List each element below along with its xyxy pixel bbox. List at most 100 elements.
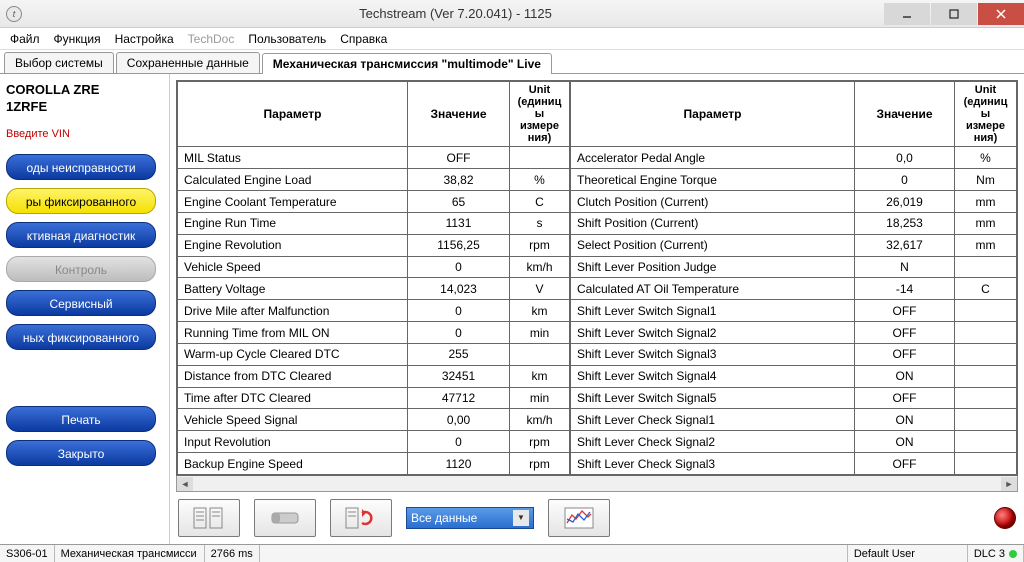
table-row[interactable]: Calculated AT Oil Temperature-14C [571,278,1017,300]
table-row[interactable]: Shift Lever Switch Signal4ON [571,365,1017,387]
table-row[interactable]: Drive Mile after Malfunction0km [178,300,570,322]
table-row[interactable]: Warm-up Cycle Cleared DTC255 [178,343,570,365]
active-diag-button[interactable]: ктивная диагностик [6,222,156,248]
param-name: Shift Lever Check Signal2 [571,431,855,453]
param-unit: Nm [955,169,1017,191]
params-table-left: Параметр Значение Unit (единиц ы измере … [177,81,570,475]
minimize-button[interactable] [884,3,930,25]
table-row[interactable]: Shift Lever Switch Signal5OFF [571,387,1017,409]
table-row[interactable]: Backup Engine Speed1120rpm [178,453,570,475]
print-button[interactable]: Печать [6,406,156,432]
table-row[interactable]: Shift Lever Check Signal1ON [571,409,1017,431]
param-value: 26,019 [855,191,955,213]
menu-setup[interactable]: Настройка [115,32,174,46]
vehicle-model: COROLLA ZRE [6,82,163,97]
param-name: Warm-up Cycle Cleared DTC [178,343,408,365]
param-name: Distance from DTC Cleared [178,365,408,387]
param-value: 0,0 [855,147,955,169]
param-value: 0 [408,300,510,322]
list-view2-button[interactable] [254,499,316,537]
vin-label[interactable]: Введите VIN [6,128,163,140]
tab-saved-data[interactable]: Сохраненные данные [116,52,260,73]
param-unit [955,300,1017,322]
table-row[interactable]: Engine Run Time1131s [178,212,570,234]
table-row[interactable]: Time after DTC Cleared47712min [178,387,570,409]
menu-file[interactable]: Файл [10,32,40,46]
table-row[interactable]: Input Revolution0rpm [178,431,570,453]
param-unit: C [955,278,1017,300]
table-row[interactable]: Shift Position (Current)18,253mm [571,212,1017,234]
close-panel-button[interactable]: Закрыто [6,440,156,466]
table-row[interactable]: Shift Lever Switch Signal3OFF [571,343,1017,365]
param-value: 47712 [408,387,510,409]
param-value: OFF [408,147,510,169]
param-unit: mm [955,212,1017,234]
table-row[interactable]: Accelerator Pedal Angle0,0% [571,147,1017,169]
param-name: Running Time from MIL ON [178,322,408,344]
maximize-button[interactable] [931,3,977,25]
statusbar: S306-01 Механическая трансмисси 2766 ms … [0,544,1024,562]
tab-transmission-live[interactable]: Механическая трансмиссия "multimode" Liv… [262,53,552,74]
param-value: 1120 [408,453,510,475]
param-name: Shift Lever Check Signal1 [571,409,855,431]
tabstrip: Выбор системы Сохраненные данные Механич… [0,50,1024,74]
table-row[interactable]: Battery Voltage14,023V [178,278,570,300]
menu-techdoc: TechDoc [188,32,235,46]
connection-dot-icon [1009,550,1017,558]
scroll-right-icon[interactable]: ► [1001,477,1017,491]
table-row[interactable]: Vehicle Speed0km/h [178,256,570,278]
th-value: Значение [855,82,955,147]
scroll-left-icon[interactable]: ◄ [177,477,193,491]
table-row[interactable]: Shift Lever Switch Signal1OFF [571,300,1017,322]
table-row[interactable]: MIL StatusOFF [178,147,570,169]
menu-function[interactable]: Функция [54,32,101,46]
param-unit [955,322,1017,344]
status-time: 2766 ms [205,545,260,562]
param-unit [955,409,1017,431]
table-row[interactable]: Engine Revolution1156,25rpm [178,234,570,256]
graph-button[interactable] [548,499,610,537]
record-led-icon[interactable] [994,507,1016,529]
table-row[interactable]: Running Time from MIL ON0min [178,322,570,344]
param-name: Engine Revolution [178,234,408,256]
param-value: ON [855,409,955,431]
table-row[interactable]: Vehicle Speed Signal0,00km/h [178,409,570,431]
data-filter-combo[interactable]: Все данные ▼ [406,507,534,529]
menu-help[interactable]: Справка [340,32,387,46]
param-name: Select Position (Current) [571,234,855,256]
horizontal-scrollbar[interactable]: ◄ ► [176,476,1018,492]
table-row[interactable]: Distance from DTC Cleared32451km [178,365,570,387]
chevron-down-icon[interactable]: ▼ [513,510,529,526]
table-row[interactable]: Shift Lever Position JudgeN [571,256,1017,278]
tab-system-select[interactable]: Выбор системы [4,52,114,73]
param-name: Shift Lever Check Signal3 [571,453,855,475]
close-button[interactable] [978,3,1024,25]
dtc-codes-button[interactable]: оды неисправности [6,154,156,180]
table-row[interactable]: Shift Lever Switch Signal2OFF [571,322,1017,344]
fixed-data-button[interactable]: ных фиксированного [6,324,156,350]
param-value: OFF [855,453,955,475]
table-row[interactable]: Shift Lever Check Signal2ON [571,431,1017,453]
table-row[interactable]: Calculated Engine Load38,82% [178,169,570,191]
param-name: Accelerator Pedal Angle [571,147,855,169]
table-row[interactable]: Engine Coolant Temperature65C [178,191,570,213]
param-name: Vehicle Speed [178,256,408,278]
param-value: -14 [855,278,955,300]
list-view1-button[interactable] [178,499,240,537]
param-unit [510,147,570,169]
menu-user[interactable]: Пользователь [248,32,326,46]
list-loop-button[interactable] [330,499,392,537]
status-system: Механическая трансмисси [55,545,205,562]
params-table-right: Параметр Значение Unit (единиц ы измере … [570,81,1017,475]
param-name: Shift Lever Switch Signal3 [571,343,855,365]
table-row[interactable]: Theoretical Engine Torque0Nm [571,169,1017,191]
table-row[interactable]: Clutch Position (Current)26,019mm [571,191,1017,213]
table-row[interactable]: Select Position (Current)32,617mm [571,234,1017,256]
service-button[interactable]: Сервисный [6,290,156,316]
param-value: OFF [855,300,955,322]
param-value: 65 [408,191,510,213]
param-name: Calculated AT Oil Temperature [571,278,855,300]
param-value: 1156,25 [408,234,510,256]
table-row[interactable]: Shift Lever Check Signal3OFF [571,453,1017,475]
freeze-frame-button[interactable]: ры фиксированного [6,188,156,214]
